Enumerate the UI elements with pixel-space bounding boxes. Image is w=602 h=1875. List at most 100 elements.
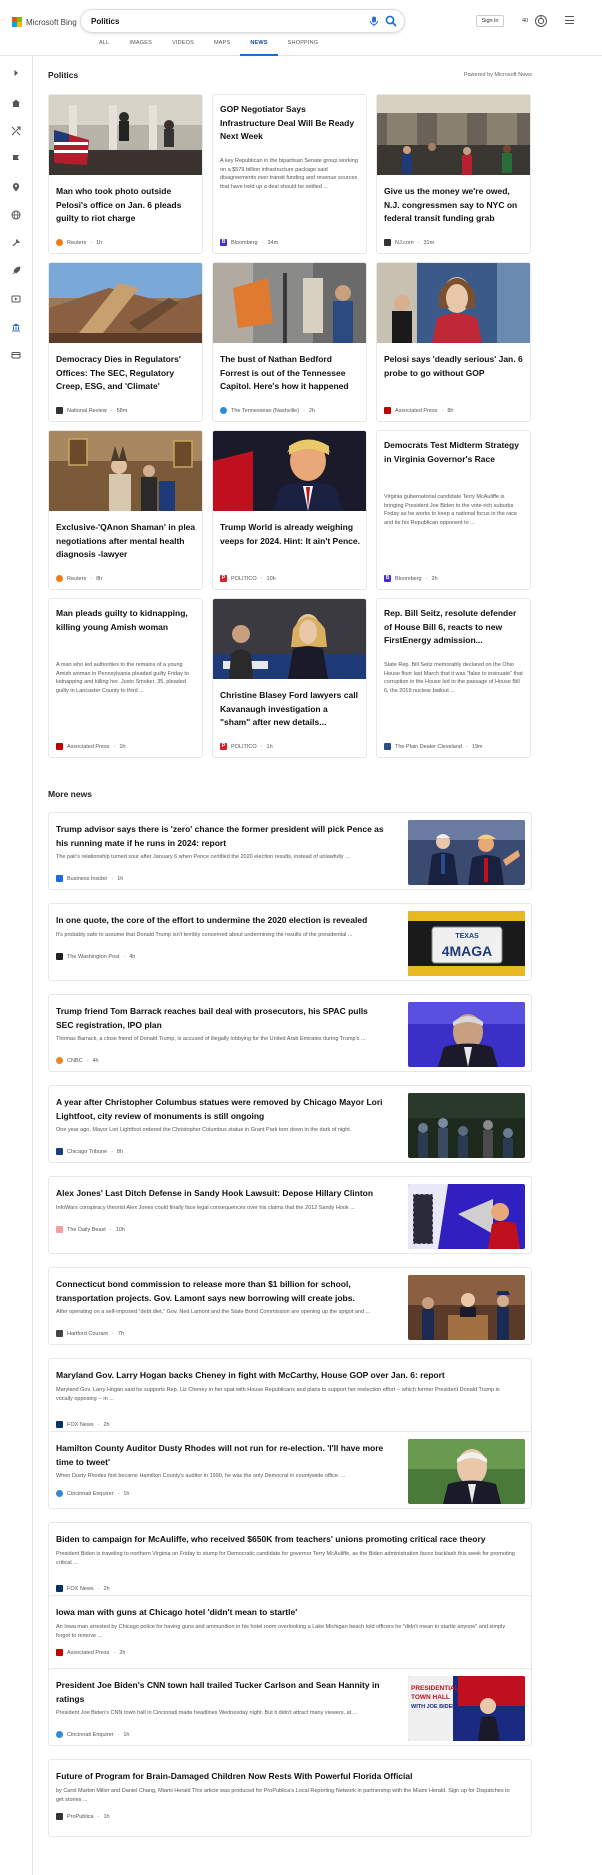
news-card[interactable]: Man pleads guilty to kidnapping, killing… [48,598,203,758]
news-card[interactable]: Give us the money we're owed, N.J. congr… [376,94,531,254]
news-thumbnail [408,1002,525,1067]
more-news-item[interactable]: Connecticut bond commission to release m… [48,1267,532,1345]
news-headline[interactable]: Future of Program for Brain-Damaged Chil… [56,1770,516,1784]
tab-videos[interactable]: VIDEOS [162,40,204,56]
news-source: Cincinnati Enquirer · 1h [56,1490,129,1497]
news-card[interactable]: Pelosi says 'deadly serious' Jan. 6 prob… [376,262,531,422]
news-card[interactable]: The bust of Nathan Bedford Forrest is ou… [212,262,367,422]
news-card[interactable]: GOP Negotiator Says Infrastructure Deal … [212,94,367,254]
politics-building-icon[interactable] [11,322,21,332]
news-headline[interactable]: A year after Christopher Columbus statue… [56,1096,386,1123]
news-card[interactable]: Democrats Test Midterm Strategy in Virgi… [376,430,531,590]
globe-icon[interactable] [11,210,21,220]
card-thumbnail [49,95,202,175]
daily-beast-icon [56,1226,63,1233]
news-headline[interactable]: Maryland Gov. Larry Hogan backs Cheney i… [56,1369,516,1383]
tab-maps[interactable]: MAPS [204,40,240,56]
rewards-medal-icon[interactable] [534,14,548,28]
card-snippet: Virginia gubernatorial candidate Terry M… [384,494,517,526]
microphone-icon[interactable] [369,16,379,27]
news-headline[interactable]: Trump friend Tom Barrack reaches bail de… [56,1005,386,1032]
news-snippet: President Joe Biden's CNN town hall in C… [56,1710,358,1716]
expand-chevron-icon[interactable] [11,68,21,78]
bloomberg-icon: B [220,239,227,246]
card-headline[interactable]: GOP Negotiator Says Infrastructure Deal … [220,103,360,144]
news-card[interactable]: Exclusive-'QAnon Shaman' in plea negotia… [48,430,203,590]
news-card[interactable]: Man who took photo outside Pelosi's offi… [48,94,203,254]
news-source: Business Insider · 1h [56,875,123,882]
more-news-item[interactable]: In one quote, the core of the effort to … [48,903,532,981]
more-news-item[interactable]: Biden to campaign for McAuliffe, who rec… [48,1522,532,1600]
card-headline[interactable]: Democrats Test Midterm Strategy in Virgi… [384,439,524,466]
card-source: B Bloomberg · 34m [220,239,279,246]
news-headline[interactable]: In one quote, the core of the effort to … [56,914,386,928]
news-headline[interactable]: Trump advisor says there is 'zero' chanc… [56,823,386,850]
sign-in-button[interactable]: Sign in [476,15,504,27]
news-card[interactable]: Democracy Dies in Regulators' Offices: T… [48,262,203,422]
tools-icon[interactable] [11,238,21,248]
location-pin-icon[interactable] [11,182,21,192]
news-headline[interactable]: Biden to campaign for McAuliffe, who rec… [56,1533,516,1547]
card-headline[interactable]: Man pleads guilty to kidnapping, killing… [56,607,196,634]
news-card[interactable]: Rep. Bill Seitz, resolute defender of Ho… [376,598,531,758]
news-card[interactable]: Trump World is already weighing veeps fo… [212,430,367,590]
more-news-item[interactable]: Trump advisor says there is 'zero' chanc… [48,812,532,890]
more-news-item[interactable]: Maryland Gov. Larry Hogan backs Cheney i… [48,1358,532,1436]
card-snippet: State Rep. Bill Seitz memorably declared… [384,662,523,694]
search-icon[interactable] [384,14,398,28]
wallet-icon[interactable] [11,350,21,360]
news-headline[interactable]: Alex Jones' Last Ditch Defense in Sandy … [56,1187,386,1201]
news-snippet: InfoWars conspiracy theorist Alex Jones … [56,1205,355,1211]
news-headline[interactable]: Hamilton County Auditor Dusty Rhodes wil… [56,1442,386,1469]
news-source: Chicago Tribune · 8h [56,1148,123,1155]
card-headline[interactable]: Pelosi says 'deadly serious' Jan. 6 prob… [384,353,524,380]
card-headline[interactable]: Trump World is already weighing veeps fo… [220,521,360,548]
card-thumbnail [213,599,366,679]
politico-icon: P [220,575,227,582]
top-header: Microsoft Bing ALL IMAGES VIDEOS MAPS NE… [0,0,602,56]
search-tabs: ALL IMAGES VIDEOS MAPS NEWS SHOPPING [89,40,328,56]
flag-icon[interactable] [11,154,21,164]
news-headline[interactable]: Connecticut bond commission to release m… [56,1278,386,1305]
search-input[interactable] [91,15,341,28]
tab-all[interactable]: ALL [89,40,119,56]
card-thumbnail [213,263,366,343]
tab-shopping[interactable]: SHOPPING [278,40,329,56]
rocket-icon[interactable] [11,266,21,276]
more-news-item[interactable]: Alex Jones' Last Ditch Defense in Sandy … [48,1176,532,1254]
card-headline[interactable]: Rep. Bill Seitz, resolute defender of Ho… [384,607,524,648]
more-news-item[interactable]: Future of Program for Brain-Damaged Chil… [48,1759,532,1837]
more-news-item[interactable]: A year after Christopher Columbus statue… [48,1085,532,1163]
news-source: CNBC · 4h [56,1057,99,1064]
news-snippet: An Iowa man arrested by Chicago police f… [56,1624,506,1639]
bing-logo[interactable]: Microsoft Bing [12,15,77,29]
propublica-icon [56,1813,63,1820]
card-headline[interactable]: Christine Blasey Ford lawyers call Kavan… [220,689,360,730]
hamburger-menu-icon[interactable] [565,16,574,24]
more-news-item[interactable]: Trump friend Tom Barrack reaches bail de… [48,994,532,1072]
card-headline[interactable]: The bust of Nathan Bedford Forrest is ou… [220,353,360,394]
tab-images[interactable]: IMAGES [119,40,162,56]
more-news-item[interactable]: President Joe Biden's CNN town hall trai… [48,1668,532,1746]
more-news-item[interactable]: Hamilton County Auditor Dusty Rhodes wil… [48,1431,532,1509]
card-headline[interactable]: Democracy Dies in Regulators' Offices: T… [56,353,196,394]
card-headline[interactable]: Give us the money we're owed, N.J. congr… [384,185,524,226]
news-card[interactable]: Christine Blasey Ford lawyers call Kavan… [212,598,367,758]
rewards-points[interactable]: 40 [522,18,528,24]
card-snippet: A man who led authorities to the remains… [56,662,189,694]
hartford-courant-icon [56,1330,63,1337]
home-icon[interactable] [11,98,21,108]
news-thumbnail: PRESIDENTIAL TOWN HALL WITH JOE BIDEN [408,1676,525,1741]
tab-news[interactable]: NEWS [240,40,278,56]
thumb-line-1: PRESIDENTIAL [411,1685,459,1692]
search-box[interactable] [80,9,405,33]
more-news-item[interactable]: Iowa man with guns at Chicago hotel 'did… [48,1595,532,1673]
news-headline[interactable]: Iowa man with guns at Chicago hotel 'did… [56,1606,516,1620]
video-icon[interactable] [11,294,21,304]
news-headline[interactable]: President Joe Biden's CNN town hall trai… [56,1679,386,1706]
card-headline[interactable]: Man who took photo outside Pelosi's offi… [56,185,196,226]
compare-arrows-icon[interactable] [11,126,21,136]
card-source: Associated Press · 1h [56,743,125,750]
card-headline[interactable]: Exclusive-'QAnon Shaman' in plea negotia… [56,521,196,562]
card-thumbnail [49,263,202,343]
